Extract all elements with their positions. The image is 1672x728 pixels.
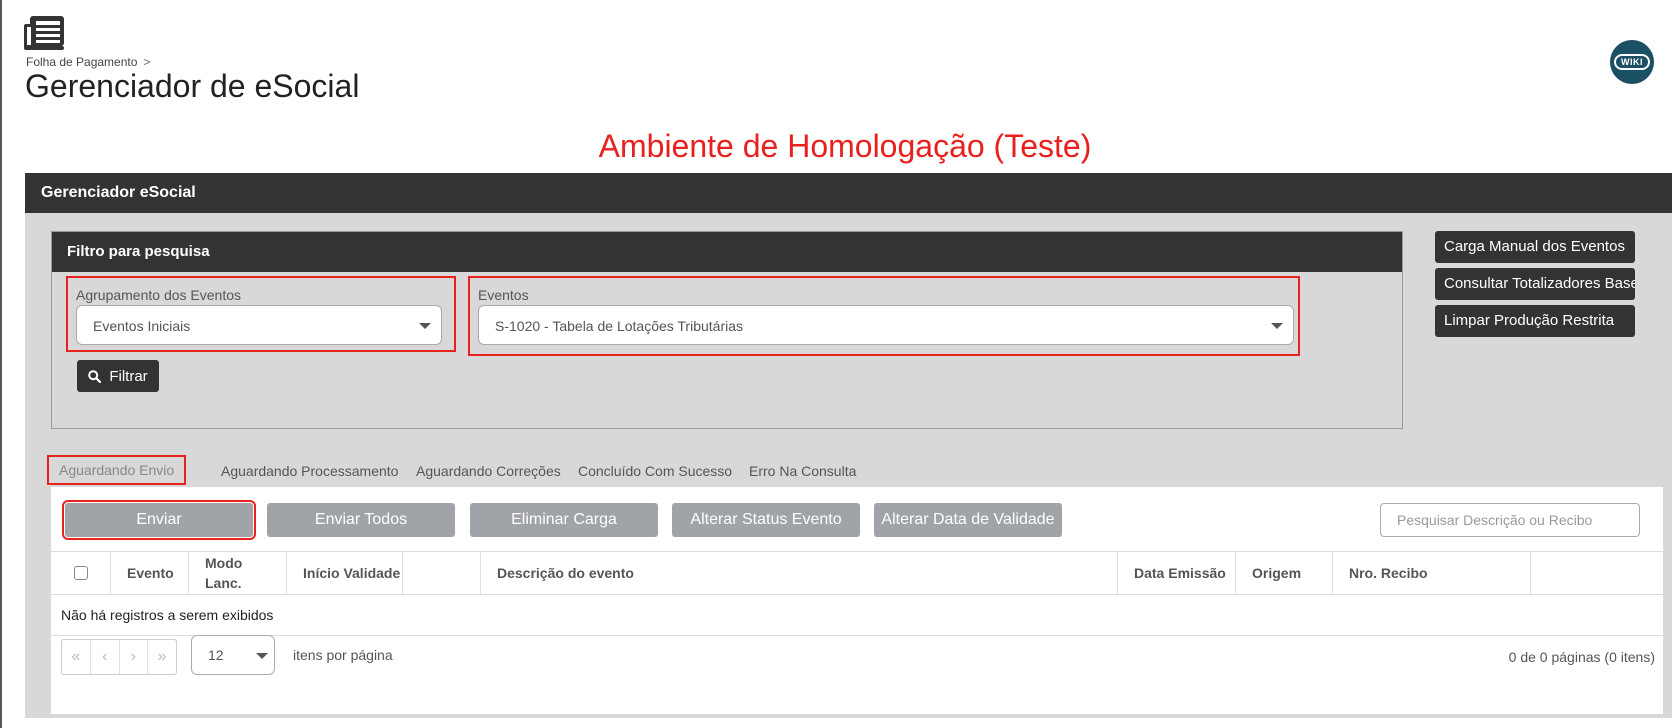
page-size-select[interactable]: 12	[191, 635, 275, 675]
column-modo-line2: Lanc.	[205, 575, 242, 591]
change-validity-date-button[interactable]: Alterar Data de Validade	[874, 503, 1062, 537]
page-info: 0 de 0 páginas (0 itens)	[1508, 649, 1655, 665]
column-descricao[interactable]: Descrição do evento	[481, 552, 1118, 594]
consult-totalizers-button[interactable]: Consultar Totalizadores Base	[1435, 268, 1635, 300]
manual-load-button[interactable]: Carga Manual dos Eventos	[1435, 231, 1635, 263]
empty-message: Não há registros a serem exibidos	[51, 595, 1663, 636]
tab-erro-na-consulta[interactable]: Erro Na Consulta	[749, 455, 856, 487]
column-blank	[403, 552, 481, 594]
table-header: Evento Modo Lanc. Início Validade Descri…	[51, 551, 1663, 595]
select-all-checkbox[interactable]	[73, 566, 88, 580]
events-label: Eventos	[478, 287, 529, 303]
filter-button[interactable]: Filtrar	[77, 360, 159, 392]
column-origem[interactable]: Origem	[1236, 552, 1333, 594]
group-select[interactable]: Eventos Iniciais	[76, 305, 442, 345]
panel-title: Gerenciador eSocial	[25, 173, 1672, 213]
send-button[interactable]: Enviar	[62, 500, 256, 540]
previous-page-icon[interactable]: ‹	[91, 640, 120, 674]
first-page-icon[interactable]: «	[62, 640, 91, 674]
chevron-down-icon	[256, 653, 268, 659]
window-left-border	[0, 0, 2, 728]
column-modo-line1: Modo	[205, 555, 243, 571]
pager-nav: « ‹ › »	[61, 639, 177, 675]
per-page-label: itens por página	[293, 647, 393, 663]
chevron-down-icon	[1271, 323, 1283, 329]
group-label: Agrupamento dos Eventos	[76, 287, 241, 303]
wiki-label: WIKI	[1614, 54, 1650, 70]
events-select-value: S-1020 - Tabela de Lotações Tributárias	[495, 318, 744, 334]
newspaper-icon	[24, 16, 64, 50]
group-field-highlight: Agrupamento dos Eventos Eventos Iniciais	[66, 276, 456, 352]
column-nro-recibo[interactable]: Nro. Recibo	[1333, 552, 1531, 594]
column-data-emissao[interactable]: Data Emissão	[1118, 552, 1236, 594]
tab-concluido-com-sucesso[interactable]: Concluído Com Sucesso	[578, 455, 732, 487]
events-content: Enviar Enviar Todos Eliminar Carga Alter…	[51, 487, 1663, 714]
clear-restricted-production-button[interactable]: Limpar Produção Restrita	[1435, 305, 1635, 337]
page-size-value: 12	[208, 647, 224, 663]
change-event-status-button[interactable]: Alterar Status Evento	[672, 503, 860, 537]
last-page-icon[interactable]: »	[148, 640, 176, 674]
tab-aguardando-envio[interactable]: Aguardando Envio	[47, 455, 187, 485]
search-input[interactable]	[1380, 503, 1640, 537]
breadcrumb-item-folha[interactable]: Folha de Pagamento	[26, 55, 137, 69]
group-select-value: Eventos Iniciais	[93, 318, 191, 334]
chevron-right-icon: >	[143, 55, 151, 69]
esocial-panel: Gerenciador eSocial Filtro para pesquisa…	[25, 173, 1672, 718]
events-table: Evento Modo Lanc. Início Validade Descri…	[51, 551, 1663, 636]
column-evento[interactable]: Evento	[111, 552, 189, 594]
column-inicio-validade[interactable]: Início Validade	[287, 552, 403, 594]
filter-button-label: Filtrar	[109, 367, 148, 385]
next-page-icon[interactable]: ›	[120, 640, 149, 674]
environment-banner: Ambiente de Homologação (Teste)	[598, 128, 1092, 164]
page-title: Gerenciador de eSocial	[25, 68, 360, 104]
select-all-cell	[51, 552, 111, 594]
filter-section: Filtro para pesquisa Agrupamento dos Eve…	[51, 231, 1403, 429]
filter-title: Filtro para pesquisa	[52, 232, 1402, 272]
search-icon	[88, 369, 102, 383]
breadcrumb: Folha de Pagamento >	[26, 55, 150, 69]
tab-aguardando-correcoes[interactable]: Aguardando Correções	[416, 455, 561, 487]
delete-load-button[interactable]: Eliminar Carga	[470, 503, 658, 537]
column-modo-lanc[interactable]: Modo Lanc.	[189, 552, 287, 594]
chevron-down-icon	[419, 323, 431, 329]
wiki-button[interactable]: WIKI	[1610, 40, 1654, 84]
events-select[interactable]: S-1020 - Tabela de Lotações Tributárias	[478, 305, 1294, 345]
events-field-highlight: Eventos S-1020 - Tabela de Lotações Trib…	[468, 276, 1300, 356]
tab-aguardando-processamento[interactable]: Aguardando Processamento	[221, 455, 398, 487]
send-all-button[interactable]: Enviar Todos	[267, 503, 455, 537]
